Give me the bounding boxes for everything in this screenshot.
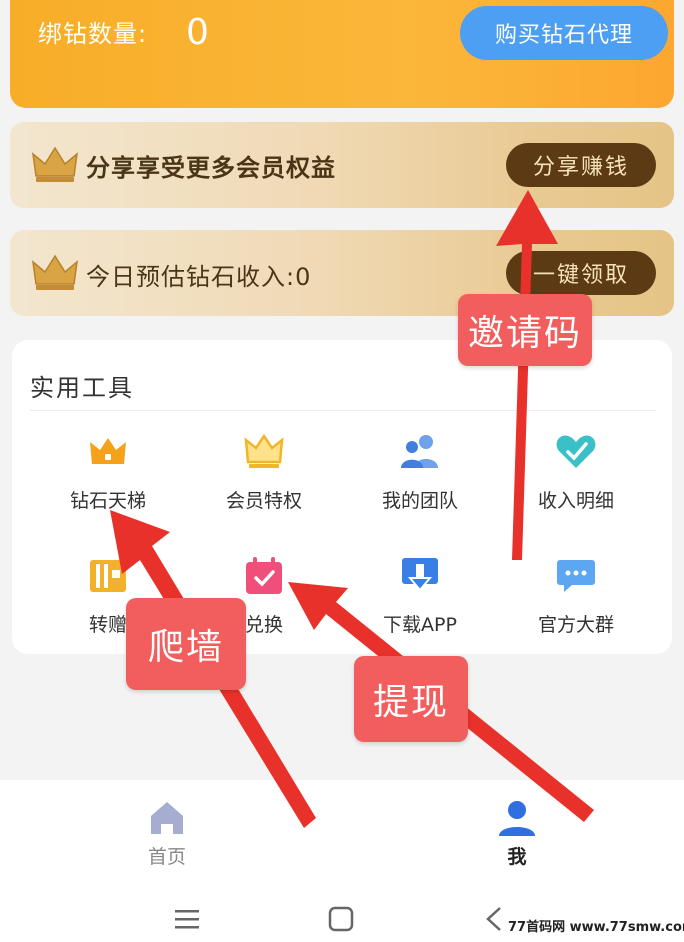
tool-official-group[interactable]: 官方大群 (506, 554, 646, 637)
tool-my-team[interactable]: 我的团队 (350, 430, 490, 513)
gold-crown-icon (31, 146, 79, 182)
share-banner: 分享享受更多会员权益 分享赚钱 (10, 122, 674, 208)
tool-label: 收入明细 (537, 490, 614, 512)
tool-label: 会员特权 (225, 490, 302, 512)
tool-label: 我的团队 (381, 490, 458, 512)
back-icon[interactable] (480, 904, 510, 934)
tool-diamond-ladder[interactable]: 钻石天梯 (38, 430, 178, 513)
tools-title: 实用工具 (30, 374, 134, 402)
share-earn-button[interactable]: 分享赚钱 (506, 143, 656, 187)
divider (30, 410, 656, 411)
tool-income-details[interactable]: 收入明细 (506, 430, 646, 513)
share-banner-text: 分享享受更多会员权益 (86, 154, 336, 182)
download-icon (402, 558, 438, 592)
user-icon (499, 801, 535, 836)
nav-tab-home[interactable]: 首页 (107, 798, 227, 869)
chat-icon (557, 560, 595, 592)
tool-member-privilege[interactable]: 会员特权 (194, 430, 334, 513)
annotation-invite-code: 邀请码 (458, 294, 592, 366)
gold-crown-icon (31, 254, 79, 290)
home-square-icon[interactable] (326, 904, 356, 934)
nav-tab-me[interactable]: 我 (457, 798, 577, 869)
crown-outline-icon (244, 433, 284, 468)
tools-card: 实用工具 钻石天梯 会员特权 我的团队 收入明细 转赠 兑换 下载APP 官方大… (12, 340, 672, 654)
diamond-summary-header: 绑钻数量: 0 购买钻石代理 (10, 0, 674, 108)
estimated-income-text: 今日预估钻石收入:0 (86, 263, 312, 291)
nav-home-label: 首页 (147, 846, 186, 868)
annotation-withdraw: 提现 (354, 656, 468, 742)
bound-diamonds-label: 绑钻数量: (38, 20, 148, 48)
buy-diamond-agent-button[interactable]: 购买钻石代理 (460, 6, 668, 60)
annotation-climb-wall: 爬墙 (126, 598, 246, 690)
home-icon (151, 802, 183, 834)
tool-label: 钻石天梯 (69, 490, 146, 512)
tool-label: 官方大群 (537, 614, 614, 636)
tool-download-app[interactable]: 下载APP (350, 554, 490, 637)
calendar-check-icon (246, 557, 282, 594)
menu-icon[interactable] (172, 904, 202, 934)
watermark: 77首码网 www.77smw.com (508, 920, 684, 935)
tool-label: 下载APP (383, 614, 457, 636)
team-icon (401, 435, 438, 468)
claim-all-button[interactable]: 一键领取 (506, 251, 656, 295)
nav-me-label: 我 (507, 846, 527, 868)
heart-icon (556, 435, 596, 468)
crown-orange-icon (90, 438, 126, 464)
gift-ticket-icon (90, 560, 126, 592)
bound-diamonds-count: 0 (186, 12, 209, 53)
